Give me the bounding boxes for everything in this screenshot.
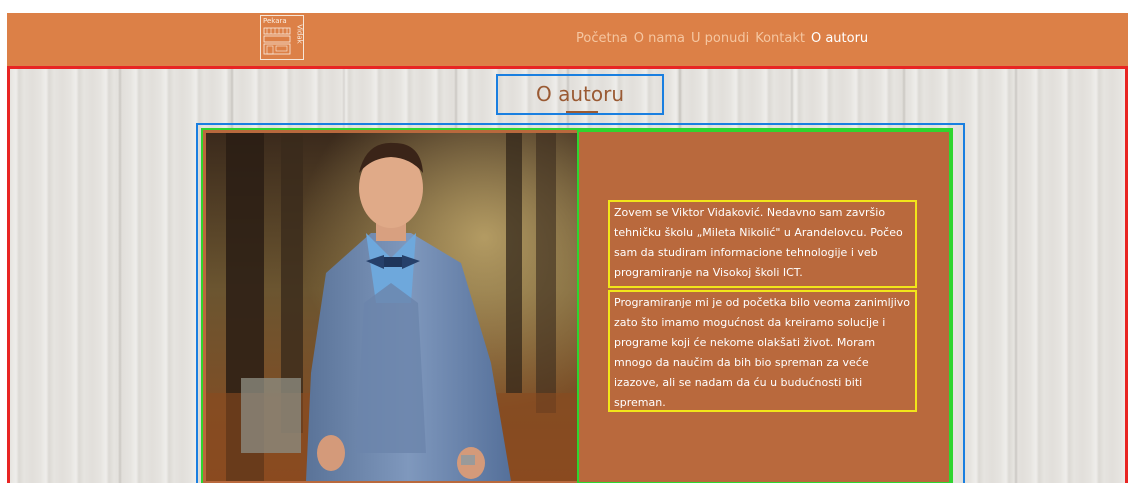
nav-link-pocetna[interactable]: Početna: [576, 30, 628, 48]
author-card: Zovem se Viktor Vidaković. Nedavno sam z…: [201, 128, 953, 483]
nav-link-o-nama[interactable]: O nama: [634, 30, 685, 48]
top-navbar: Pekara Vidak Početna O nama U ponudi Kon…: [7, 13, 1128, 66]
title-container: O autoru: [496, 74, 664, 115]
page: Pekara Vidak Početna O nama U ponudi Kon…: [0, 0, 1128, 483]
about-author-section: O autoru Zovem se Viktor Vidaković. Neda…: [7, 66, 1128, 483]
author-card-container: Zovem se Viktor Vidaković. Nedavno sam z…: [196, 123, 965, 483]
nav-link-kontakt[interactable]: Kontakt: [755, 30, 805, 48]
logo-top-text: Pekara: [263, 17, 287, 25]
author-photo: [206, 133, 577, 481]
bio-paragraph-2: Programiranje mi je od početka bilo veom…: [608, 290, 917, 412]
storefront-icon: [263, 27, 291, 55]
author-portrait-image: [206, 133, 577, 481]
nav-menu: Početna O nama U ponudi Kontakt O autoru: [576, 30, 868, 48]
nav-link-o-autoru[interactable]: O autoru: [811, 30, 868, 48]
logo-side-text: Vidak: [295, 24, 304, 44]
nav-link-u-ponudi[interactable]: U ponudi: [691, 30, 749, 48]
title-underline: [566, 111, 598, 113]
page-title: O autoru: [535, 82, 624, 106]
author-bio: Zovem se Viktor Vidaković. Nedavno sam z…: [577, 130, 951, 483]
bakery-logo[interactable]: Pekara Vidak: [260, 15, 304, 60]
bio-paragraph-1: Zovem se Viktor Vidaković. Nedavno sam z…: [608, 200, 917, 288]
